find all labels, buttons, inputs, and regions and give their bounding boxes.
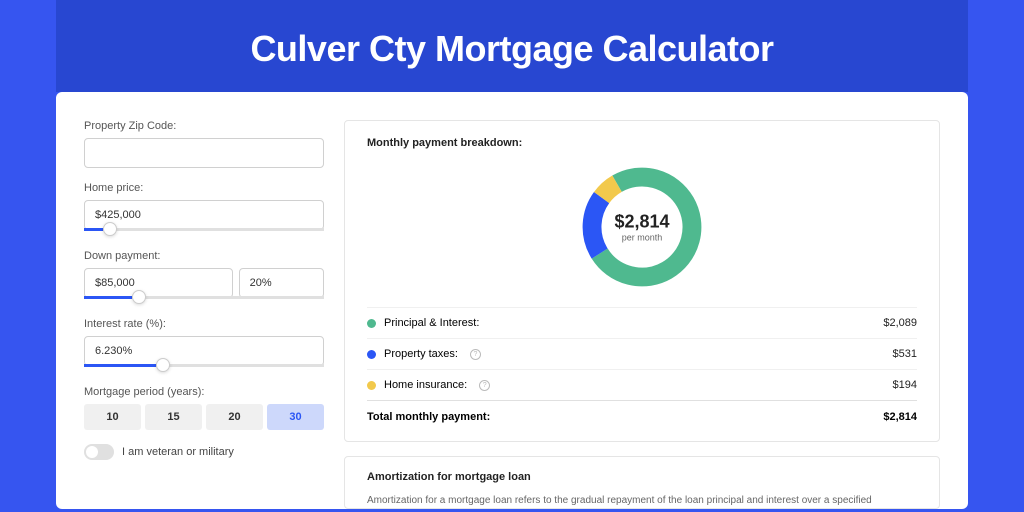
calculator-card: Property Zip Code: Home price: Down paym… xyxy=(56,92,968,509)
breakdown-title: Monthly payment breakdown: xyxy=(367,137,917,149)
donut-sublabel: per month xyxy=(614,233,669,243)
form-panel: Property Zip Code: Home price: Down paym… xyxy=(84,120,324,509)
down-payment-slider[interactable] xyxy=(84,298,324,304)
amort-text: Amortization for a mortgage loan refers … xyxy=(367,493,917,508)
page-header: Culver Cty Mortgage Calculator xyxy=(56,0,968,92)
veteran-label: I am veteran or military xyxy=(122,446,234,458)
legend-row-insurance: Home insurance: ? $194 xyxy=(367,369,917,400)
legend-value: $194 xyxy=(893,379,917,391)
legend-row-principal: Principal & Interest: $2,089 xyxy=(367,307,917,338)
period-btn-10[interactable]: 10 xyxy=(84,404,141,430)
period-btn-30[interactable]: 30 xyxy=(267,404,324,430)
results-panel: Monthly payment breakdown: $2,814 per mo… xyxy=(344,120,940,509)
dot-icon xyxy=(367,319,376,328)
amort-title: Amortization for mortgage loan xyxy=(367,471,917,483)
legend-label: Principal & Interest: xyxy=(384,317,479,329)
total-label: Total monthly payment: xyxy=(367,411,490,423)
interest-rate-input[interactable] xyxy=(84,336,324,366)
amortization-box: Amortization for mortgage loan Amortizat… xyxy=(344,456,940,509)
total-value: $2,814 xyxy=(883,411,917,423)
down-payment-pct-input[interactable] xyxy=(239,268,324,298)
home-price-label: Home price: xyxy=(84,182,324,194)
payment-donut-chart: $2,814 per month xyxy=(576,161,708,293)
total-row: Total monthly payment: $2,814 xyxy=(367,400,917,433)
legend-value: $531 xyxy=(893,348,917,360)
home-price-input[interactable] xyxy=(84,200,324,230)
down-payment-input[interactable] xyxy=(84,268,233,298)
dot-icon xyxy=(367,381,376,390)
legend-label: Home insurance: xyxy=(384,379,467,391)
legend-row-taxes: Property taxes: ? $531 xyxy=(367,338,917,369)
zip-label: Property Zip Code: xyxy=(84,120,324,132)
home-price-slider[interactable] xyxy=(84,230,324,236)
period-btn-15[interactable]: 15 xyxy=(145,404,202,430)
veteran-toggle[interactable] xyxy=(84,444,114,460)
interest-rate-label: Interest rate (%): xyxy=(84,318,324,330)
period-label: Mortgage period (years): xyxy=(84,386,324,398)
period-btn-20[interactable]: 20 xyxy=(206,404,263,430)
legend-label: Property taxes: xyxy=(384,348,458,360)
down-payment-label: Down payment: xyxy=(84,250,324,262)
legend-value: $2,089 xyxy=(883,317,917,329)
donut-amount: $2,814 xyxy=(614,212,669,233)
dot-icon xyxy=(367,350,376,359)
info-icon[interactable]: ? xyxy=(479,380,490,391)
period-buttons: 10 15 20 30 xyxy=(84,404,324,430)
page-title: Culver Cty Mortgage Calculator xyxy=(56,28,968,70)
interest-rate-slider[interactable] xyxy=(84,366,324,372)
zip-input[interactable] xyxy=(84,138,324,168)
info-icon[interactable]: ? xyxy=(470,349,481,360)
